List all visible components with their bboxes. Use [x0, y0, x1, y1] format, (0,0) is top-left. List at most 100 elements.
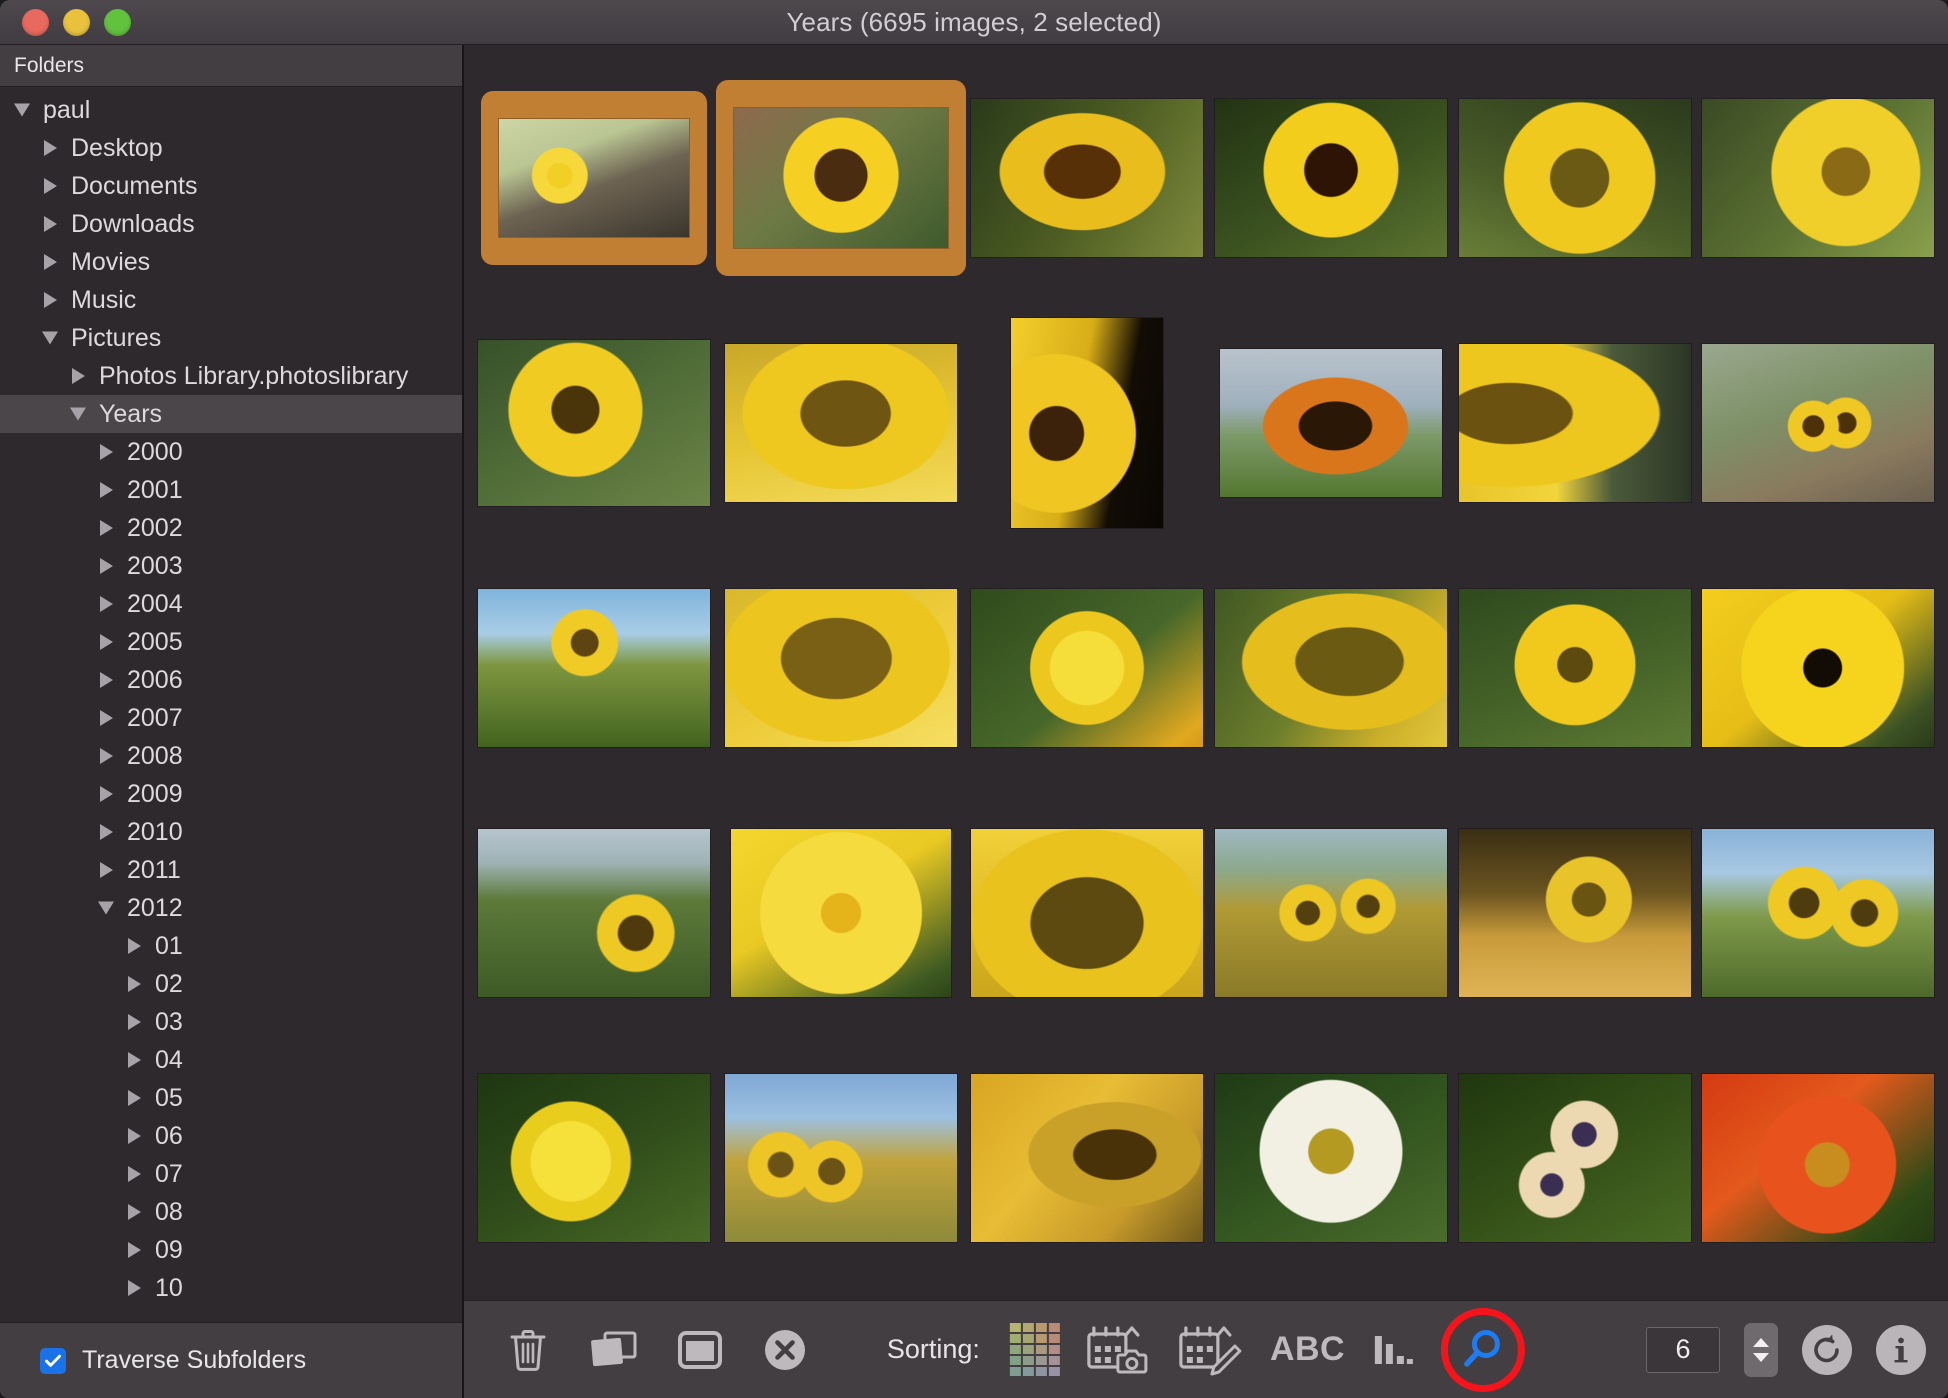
move-to-folder-button[interactable]	[588, 1327, 638, 1373]
thumbnail-image[interactable]	[730, 828, 951, 997]
thumbnail-image[interactable]	[1011, 317, 1164, 528]
thumbnail-image[interactable]	[1458, 98, 1691, 257]
thumbnail-selection-highlight[interactable]	[715, 79, 966, 276]
minimize-button[interactable]	[63, 8, 90, 36]
thumbnail-cell[interactable]	[966, 1280, 1210, 1300]
folder-tree-item[interactable]: 2003	[0, 547, 462, 585]
thumbnail-cell[interactable]	[1209, 55, 1453, 300]
thumbnail-cell[interactable]	[472, 300, 716, 545]
folder-tree-item[interactable]: paul	[0, 91, 462, 129]
thumbnail-cell[interactable]	[1696, 545, 1940, 790]
thumbnail-cell[interactable]	[1209, 545, 1453, 790]
zoom-stepper[interactable]	[1744, 1322, 1778, 1377]
folder-tree-item[interactable]: 2010	[0, 813, 462, 851]
close-button[interactable]	[22, 8, 49, 36]
sort-alphabetically-button[interactable]: ABC	[1270, 1330, 1345, 1369]
folder-tree-item[interactable]: Pictures	[0, 319, 462, 357]
thumbnail-image[interactable]	[971, 1073, 1204, 1242]
folder-tree-item[interactable]: 2001	[0, 471, 462, 509]
folder-tree-item[interactable]: Photos Library.photoslibrary	[0, 357, 462, 395]
thumbnail-cell[interactable]	[1453, 1035, 1697, 1280]
thumbnail-image[interactable]	[1214, 588, 1447, 747]
thumbnail-image[interactable]	[477, 588, 710, 747]
folder-tree[interactable]: paul Desktop Documents Downloads Movies Music…	[0, 87, 462, 1322]
thumbnail-cell[interactable]	[966, 790, 1210, 1035]
folder-tree-item[interactable]: 06	[0, 1117, 462, 1155]
thumbnail-cell[interactable]	[716, 1035, 966, 1280]
thumbnail-image[interactable]	[1214, 828, 1447, 997]
thumbnail-image[interactable]	[724, 343, 957, 502]
folder-tree-item[interactable]: 2007	[0, 699, 462, 737]
thumbnail-cell[interactable]	[472, 1280, 716, 1300]
refresh-button[interactable]	[1802, 1324, 1852, 1375]
open-window-button[interactable]	[676, 1328, 724, 1372]
stepper-up-icon[interactable]	[1753, 1337, 1769, 1347]
thumbnail-cell[interactable]	[716, 545, 966, 790]
thumbnail-image[interactable]	[971, 828, 1204, 997]
folder-tree-item[interactable]: 10	[0, 1269, 462, 1307]
folder-tree-item[interactable]: 05	[0, 1079, 462, 1117]
thumbnail-image[interactable]	[1458, 828, 1691, 997]
traverse-subfolders-checkbox[interactable]	[40, 1347, 66, 1374]
folder-tree-item[interactable]: Desktop	[0, 129, 462, 167]
folder-tree-item[interactable]: 2008	[0, 737, 462, 775]
thumbnail-cell[interactable]	[716, 300, 966, 545]
folder-tree-item[interactable]: 2002	[0, 509, 462, 547]
zoom-button[interactable]	[104, 8, 131, 36]
zoom-level-input[interactable]: 6	[1646, 1326, 1720, 1373]
folder-tree-item[interactable]: 2011	[0, 851, 462, 889]
thumbnail-image[interactable]	[971, 98, 1204, 257]
delete-button[interactable]	[506, 1327, 550, 1373]
thumbnail-image[interactable]	[1458, 588, 1691, 747]
thumbnail-image[interactable]	[477, 828, 710, 997]
thumbnail-cell[interactable]	[1209, 1035, 1453, 1280]
thumbnail-cell[interactable]	[472, 55, 716, 300]
folder-tree-item[interactable]: 01	[0, 927, 462, 965]
folder-tree-item[interactable]: Movies	[0, 243, 462, 281]
thumbnail-cell[interactable]	[716, 1280, 966, 1300]
thumbnail-image[interactable]	[1458, 343, 1691, 502]
thumbnail-cell[interactable]	[966, 300, 1210, 545]
sort-by-size-button[interactable]	[1371, 1328, 1415, 1372]
thumbnail-cell[interactable]	[1453, 545, 1697, 790]
folder-tree-item[interactable]: 09	[0, 1231, 462, 1269]
folder-tree-item[interactable]: 02	[0, 965, 462, 1003]
thumbnail-cell[interactable]	[715, 55, 966, 300]
thumbnail-grid-scroll[interactable]	[464, 45, 1948, 1300]
thumbnail-image[interactable]	[971, 588, 1204, 747]
thumbnail-cell[interactable]	[966, 545, 1210, 790]
thumbnail-image[interactable]	[1214, 1073, 1447, 1242]
thumbnail-image[interactable]	[1214, 98, 1447, 257]
thumbnail-cell[interactable]	[1453, 55, 1697, 300]
folder-tree-item[interactable]: 07	[0, 1155, 462, 1193]
thumbnail-image[interactable]	[724, 1073, 957, 1242]
thumbnail-image[interactable]	[1702, 1073, 1935, 1242]
thumbnail-selection-highlight[interactable]	[480, 90, 707, 265]
thumbnail-cell[interactable]	[966, 1035, 1210, 1280]
thumbnail-image[interactable]	[1702, 343, 1935, 502]
thumbnail-cell[interactable]	[966, 55, 1210, 300]
remove-button[interactable]	[762, 1327, 808, 1373]
folder-tree-item[interactable]: 04	[0, 1041, 462, 1079]
thumbnail-cell[interactable]	[1209, 300, 1453, 545]
folder-tree-item[interactable]: Downloads	[0, 205, 462, 243]
thumbnail-cell[interactable]	[472, 1035, 716, 1280]
thumbnail-image[interactable]	[1219, 348, 1442, 497]
thumbnail-image[interactable]	[724, 588, 957, 747]
thumbnail-image[interactable]	[498, 118, 689, 237]
thumbnail-cell[interactable]	[1696, 1035, 1940, 1280]
folder-tree-item[interactable]: 2000	[0, 433, 462, 471]
thumbnail-cell[interactable]	[1696, 300, 1940, 545]
folder-tree-item[interactable]: 08	[0, 1193, 462, 1231]
thumbnail-image[interactable]	[1458, 1073, 1691, 1242]
sort-by-capture-date-button[interactable]	[1086, 1324, 1152, 1376]
thumbnail-cell[interactable]	[1696, 790, 1940, 1035]
folder-tree-item[interactable]: 2004	[0, 585, 462, 623]
info-button[interactable]	[1876, 1324, 1926, 1375]
folder-tree-item[interactable]: 2005	[0, 623, 462, 661]
thumbnail-image[interactable]	[1702, 828, 1935, 997]
thumbnail-cell[interactable]	[1453, 300, 1697, 545]
thumbnail-cell[interactable]	[1696, 55, 1940, 300]
stepper-down-icon[interactable]	[1753, 1352, 1769, 1362]
folder-tree-item[interactable]: 03	[0, 1003, 462, 1041]
